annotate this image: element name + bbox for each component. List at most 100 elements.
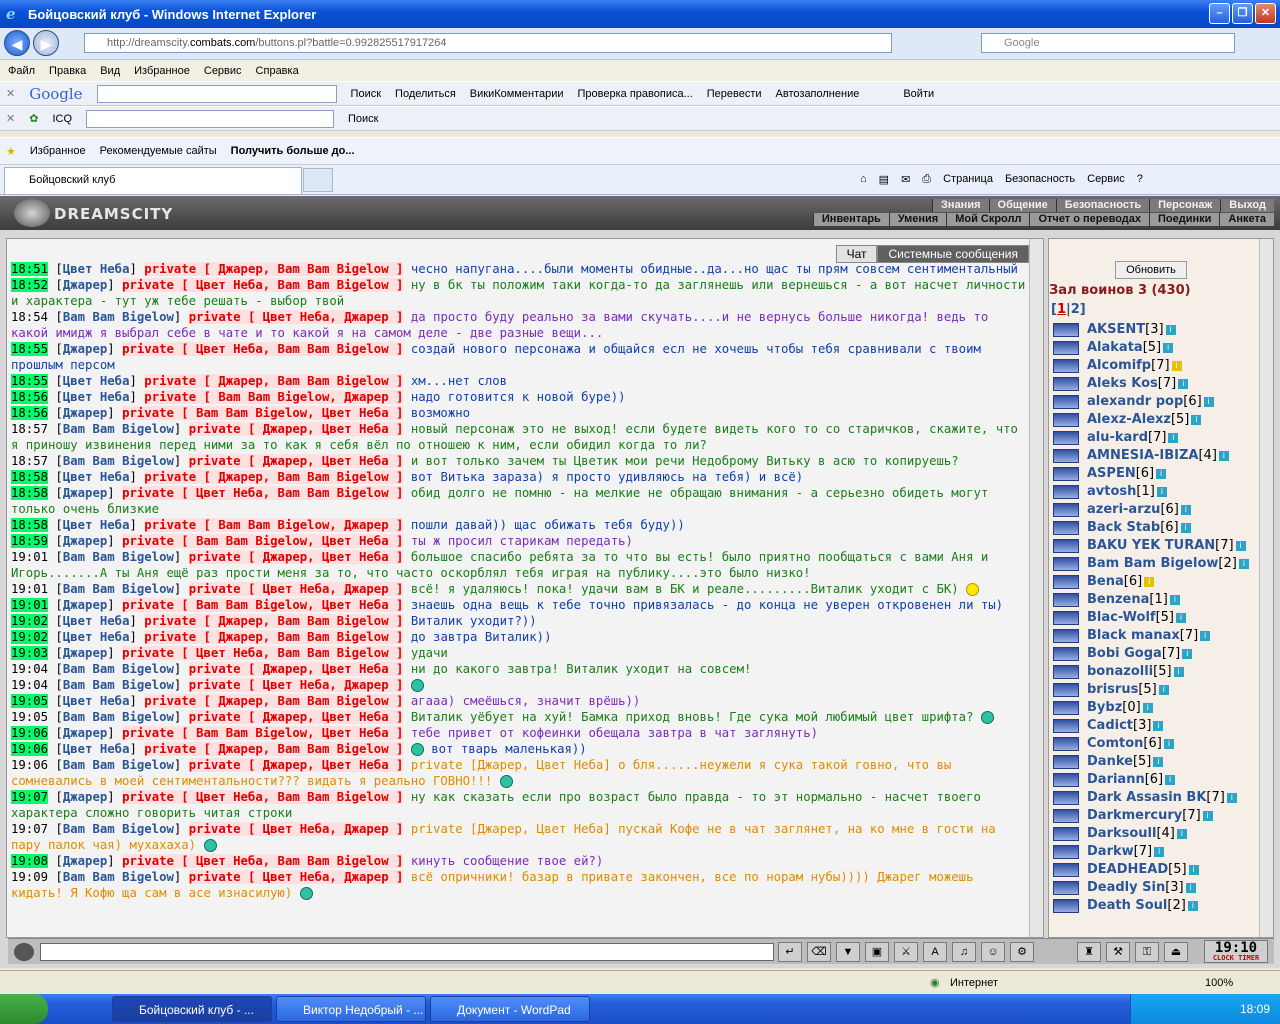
user-list-item[interactable]: Death Soul [2] i: [1049, 897, 1255, 915]
task-viktor[interactable]: Виктор Недобрый - ...: [276, 996, 426, 1022]
message-private-recipients[interactable]: private [ Джарер, Цвет Неба ]: [188, 710, 404, 724]
message-time[interactable]: 18:56: [11, 406, 49, 420]
filter-icon[interactable]: ▼: [836, 942, 860, 962]
message-time[interactable]: 19:01: [11, 598, 49, 612]
message-author[interactable]: Джарер: [63, 598, 107, 612]
print-icon[interactable]: ⎙: [922, 173, 931, 186]
exit-icon[interactable]: ⏏: [1164, 942, 1188, 962]
chat-message-input[interactable]: [40, 943, 774, 961]
nav-exit[interactable]: Выход: [1220, 199, 1274, 212]
smiley-icon[interactable]: ☺: [981, 942, 1005, 962]
info-icon[interactable]: i: [1154, 847, 1165, 857]
user-name[interactable]: DEADHEAD: [1087, 861, 1168, 879]
info-icon[interactable]: i: [1180, 505, 1191, 515]
info-icon[interactable]: i: [1235, 541, 1246, 551]
message-private-recipients[interactable]: private [ Цвет Неба, Bam Bam Bigelow ]: [122, 790, 404, 804]
icq-search-input[interactable]: [86, 109, 334, 128]
message-time[interactable]: 18:58: [11, 518, 49, 532]
message-author[interactable]: Цвет Неба: [63, 390, 130, 404]
user-list-item[interactable]: Cadict [3] i: [1049, 717, 1255, 735]
user-name[interactable]: Death Soul: [1087, 897, 1167, 915]
user-name[interactable]: Dariann: [1087, 771, 1145, 789]
message-private-recipients[interactable]: private [ Цвет Неба, Bam Bam Bigelow ]: [122, 342, 404, 356]
user-name[interactable]: Bobi Goga: [1087, 645, 1162, 663]
info-icon[interactable]: i: [1191, 415, 1202, 425]
info-icon[interactable]: i: [1185, 883, 1196, 893]
address-bar[interactable]: http://dreamscity.combats.com/buttons.pl…: [84, 33, 892, 53]
info-icon[interactable]: i: [1158, 685, 1169, 695]
refresh-button[interactable]: Обновить: [1115, 261, 1187, 279]
user-list-item[interactable]: alexandr pop [6] i: [1049, 393, 1255, 411]
chat-menu-icon[interactable]: [14, 943, 34, 961]
message-time[interactable]: 19:03: [11, 646, 49, 660]
info-icon[interactable]: i: [1169, 595, 1180, 605]
user-list-item[interactable]: Benzena [1] i: [1049, 591, 1255, 609]
search-box[interactable]: Google: [981, 33, 1235, 53]
user-name[interactable]: Benzena: [1087, 591, 1149, 609]
user-list-item[interactable]: Comton [6] i: [1049, 735, 1255, 753]
user-list-item[interactable]: avtosh [1] i: [1049, 483, 1255, 501]
user-list-item[interactable]: Deadly Sin [3] i: [1049, 879, 1255, 897]
message-private-recipients[interactable]: private [ Джарер, Bam Bam Bigelow ]: [144, 374, 404, 388]
bag-icon[interactable]: ♜: [1077, 942, 1101, 962]
user-list-item[interactable]: Bobi Goga [7] i: [1049, 645, 1255, 663]
user-list-item[interactable]: Alexz-Alexz [5] i: [1049, 411, 1255, 429]
google-search-button[interactable]: Поиск: [351, 88, 381, 100]
translit-icon[interactable]: A: [923, 942, 947, 962]
user-name[interactable]: Alcomifp: [1087, 357, 1151, 375]
tab-fight-club[interactable]: Бойцовский клуб: [4, 167, 302, 194]
message-private-recipients[interactable]: private [ Джарер, Bam Bam Bigelow ]: [144, 742, 404, 756]
message-private-recipients[interactable]: private [ Джарер, Цвет Неба ]: [188, 662, 404, 676]
message-time[interactable]: 18:55: [11, 374, 49, 388]
user-name[interactable]: Aleks Kos: [1087, 375, 1158, 393]
close-toolbar-icon[interactable]: ✕: [6, 87, 15, 100]
user-list-item[interactable]: DEADHEAD [5] i: [1049, 861, 1255, 879]
message-time[interactable]: 18:58: [11, 486, 49, 500]
close-toolbar-icon[interactable]: ✕: [6, 112, 15, 125]
back-button[interactable]: ◀: [4, 30, 30, 56]
user-name[interactable]: Dark Assasin BK: [1087, 789, 1206, 807]
message-private-recipients[interactable]: private [ Джарер, Bam Bam Bigelow ]: [144, 614, 404, 628]
user-name[interactable]: Deadly Sin: [1087, 879, 1165, 897]
message-time[interactable]: 18:57: [11, 422, 48, 436]
info-icon[interactable]: i: [1187, 901, 1198, 911]
message-author[interactable]: Bam Bam Bigelow: [63, 582, 174, 596]
message-author[interactable]: Джарер: [63, 854, 107, 868]
message-private-recipients[interactable]: private [ Джарер, Bam Bam Bigelow ]: [144, 262, 404, 276]
message-private-recipients[interactable]: private [ Bam Bam Bigelow, Цвет Неба ]: [122, 726, 404, 740]
message-private-recipients[interactable]: private [ Цвет Неба, Bam Bam Bigelow ]: [122, 646, 404, 660]
message-private-recipients[interactable]: private [ Цвет Неба, Bam Bam Bigelow ]: [122, 486, 404, 500]
message-private-recipients[interactable]: private [ Джарер, Цвет Неба ]: [188, 454, 404, 468]
user-name[interactable]: Black manax: [1087, 627, 1180, 645]
message-author[interactable]: Bam Bam Bigelow: [63, 758, 174, 772]
message-author[interactable]: Джарер: [63, 726, 107, 740]
recommended-sites-button[interactable]: Рекомендуемые сайты: [100, 145, 217, 157]
icq-label[interactable]: ICQ: [52, 113, 72, 125]
info-icon[interactable]: i: [1156, 469, 1167, 479]
message-time[interactable]: 19:04: [11, 662, 48, 676]
info-icon[interactable]: i: [1202, 811, 1213, 821]
info-icon[interactable]: i: [1173, 667, 1184, 677]
message-time[interactable]: 18:59: [11, 534, 49, 548]
message-time[interactable]: 19:05: [11, 710, 48, 724]
user-name[interactable]: Blac-Wolf: [1087, 609, 1156, 627]
message-time[interactable]: 19:02: [11, 630, 49, 644]
user-list-item[interactable]: Darkmercury [7] i: [1049, 807, 1255, 825]
message-time[interactable]: 19:01: [11, 550, 48, 564]
message-time[interactable]: 18:54: [11, 310, 48, 324]
autofill-button[interactable]: Автозаполнение: [776, 88, 860, 100]
user-name[interactable]: Bybz: [1087, 699, 1122, 717]
info-icon[interactable]: i: [1171, 361, 1182, 371]
message-time[interactable]: 19:01: [11, 582, 48, 596]
user-name[interactable]: Alexz-Alexz: [1087, 411, 1171, 429]
info-icon[interactable]: i: [1178, 379, 1189, 389]
chat-scrollbar[interactable]: [1029, 239, 1043, 937]
menu-view[interactable]: Вид: [100, 65, 120, 77]
fight-icon[interactable]: ⚔: [894, 942, 918, 962]
user-list-item[interactable]: Bybz [0] i: [1049, 699, 1255, 717]
user-name[interactable]: avtosh: [1087, 483, 1136, 501]
user-name[interactable]: Alakata: [1087, 339, 1143, 357]
new-tab-button[interactable]: [303, 168, 333, 192]
message-author[interactable]: Джарер: [63, 278, 107, 292]
nav-security[interactable]: Безопасность: [1055, 199, 1149, 212]
